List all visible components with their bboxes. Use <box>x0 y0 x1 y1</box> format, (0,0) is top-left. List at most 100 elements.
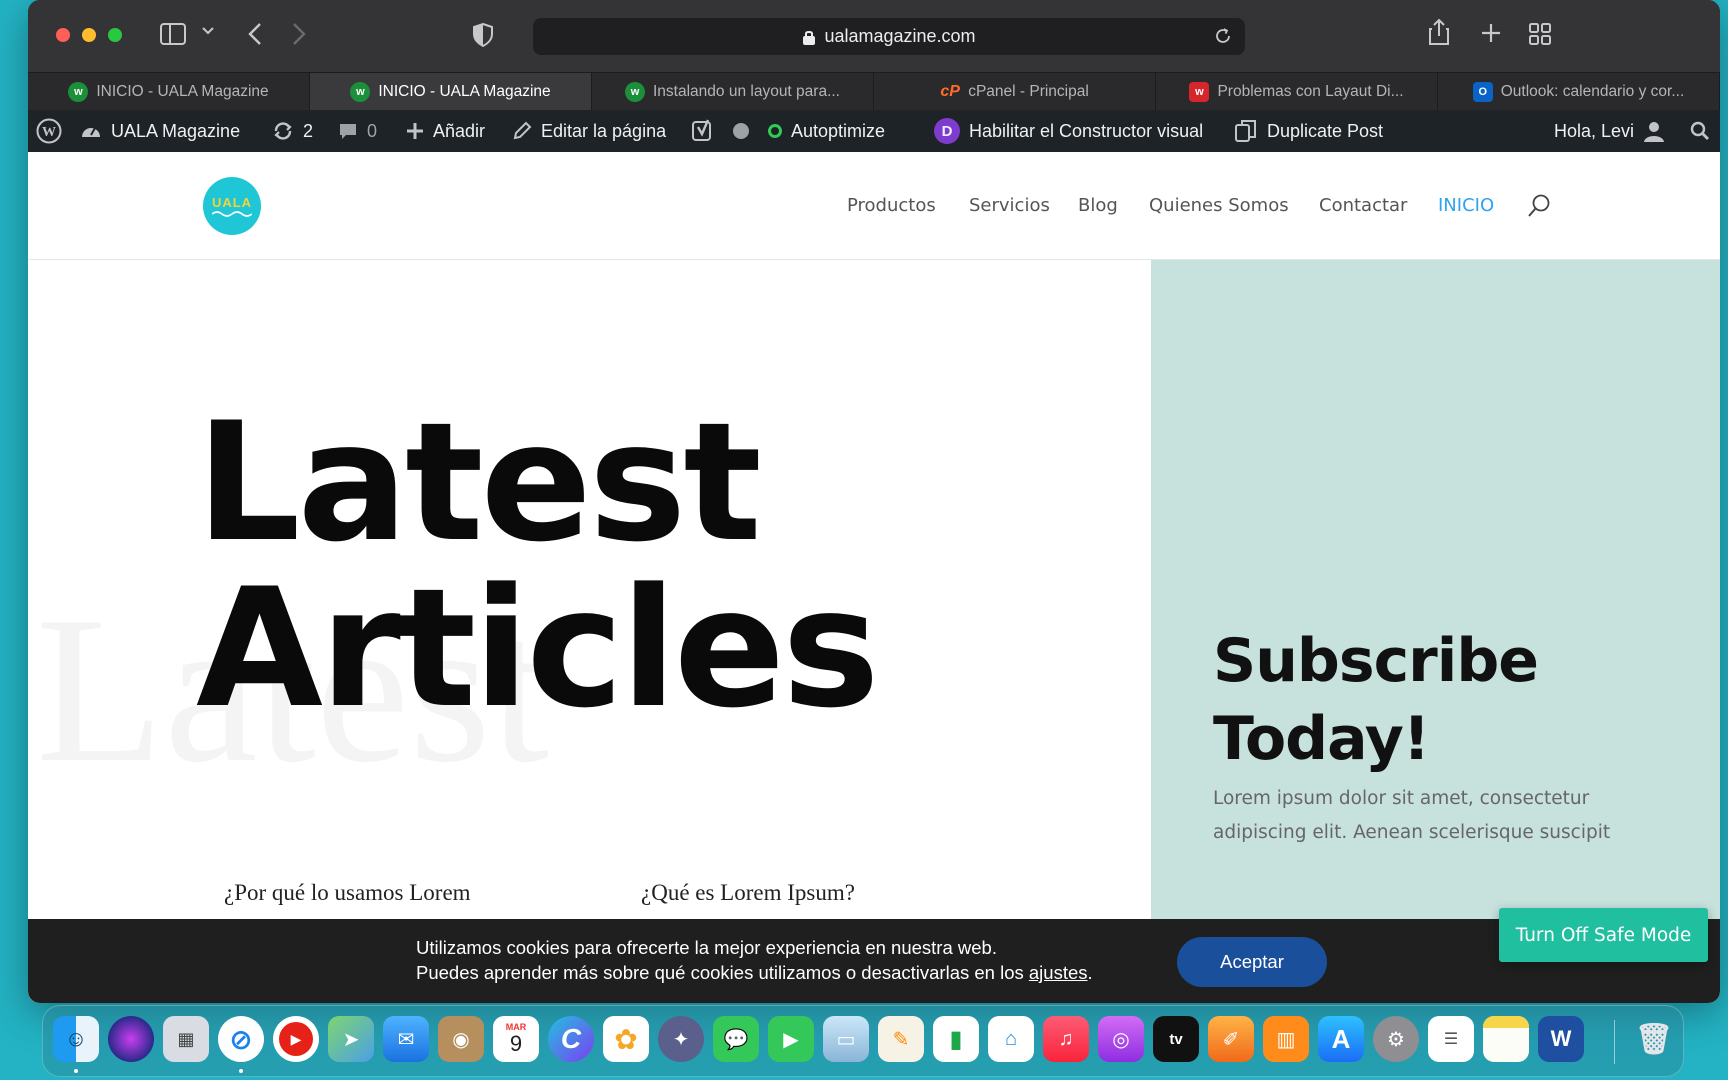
finder-icon[interactable]: ☺ <box>53 1016 99 1062</box>
music-icon[interactable]: ♫ <box>1043 1016 1089 1062</box>
mail-icon[interactable]: ✉ <box>383 1016 429 1062</box>
safari-icon[interactable]: ⊘ <box>218 1016 264 1062</box>
back-arrow-icon[interactable] <box>248 22 262 46</box>
books-icon[interactable]: ▥ <box>1263 1016 1309 1062</box>
nav-servicios[interactable]: Servicios <box>969 195 1050 216</box>
wp-add-new-button[interactable]: Añadir <box>406 110 485 152</box>
wp-comments-button[interactable]: 0 <box>338 110 377 152</box>
messages-icon[interactable]: 💬 <box>713 1016 759 1062</box>
wp-search-button[interactable] <box>1690 110 1710 152</box>
calendar-day: 9 <box>509 1031 523 1056</box>
wp-duplicate-post-button[interactable]: Duplicate Post <box>1234 110 1383 152</box>
tab-bar: w INICIO - UALA Magazine w INICIO - UALA… <box>28 72 1720 110</box>
new-tab-plus-icon[interactable] <box>1480 22 1502 44</box>
maps-icon[interactable]: ➤ <box>328 1016 374 1062</box>
subscribe-section: Subscribe Today! Lorem ipsum dolor sit a… <box>1151 260 1720 1003</box>
plus-icon <box>407 123 423 139</box>
wp-site-name-button[interactable]: UALA Magazine <box>80 110 240 152</box>
tab-cpanel[interactable]: cP cPanel - Principal <box>874 73 1156 110</box>
launchpad-icon[interactable]: ▦ <box>163 1016 209 1062</box>
svg-text:W: W <box>42 125 56 140</box>
pencil-icon <box>513 121 532 140</box>
sidebar-toggle-icon[interactable] <box>160 23 186 45</box>
nav-contactar[interactable]: Contactar <box>1319 195 1407 216</box>
contacts-icon[interactable]: ◉ <box>438 1016 484 1062</box>
tab-inicio-1[interactable]: w INICIO - UALA Magazine <box>28 73 310 110</box>
calendar-icon[interactable]: MAR 9 <box>493 1016 539 1062</box>
photos-icon[interactable]: ✿ <box>603 1016 649 1062</box>
share-icon[interactable] <box>1428 18 1450 46</box>
tab-title: INICIO - UALA Magazine <box>96 82 269 100</box>
user-avatar-icon <box>1644 122 1665 142</box>
post-title-1[interactable]: ¿Por qué lo usamos Lorem <box>224 880 471 906</box>
turn-off-safe-mode-button[interactable]: Turn Off Safe Mode <box>1499 908 1708 962</box>
site-search-icon[interactable] <box>1526 193 1552 219</box>
canva-icon[interactable]: C <box>548 1016 594 1062</box>
uala-favicon-icon: w <box>68 81 89 102</box>
keynote-icon[interactable]: ⌂ <box>988 1016 1034 1062</box>
tab-title: Instalando un layout para... <box>653 82 840 100</box>
duplicate-icon <box>1235 120 1256 142</box>
wp-updates-button[interactable]: 2 <box>272 110 313 152</box>
chevron-down-icon[interactable] <box>202 26 214 36</box>
tab-title: INICIO - UALA Magazine <box>378 82 551 100</box>
siri-icon[interactable] <box>108 1016 154 1062</box>
safari-running-dot <box>239 1069 243 1073</box>
facetime-icon[interactable]: ▶ <box>768 1016 814 1062</box>
instruments-icon[interactable]: ✦ <box>658 1016 704 1062</box>
nav-productos[interactable]: Productos <box>847 195 936 216</box>
search-icon <box>1690 121 1709 140</box>
forward-arrow-icon[interactable] <box>292 22 306 46</box>
cookie-settings-link[interactable]: ajustes <box>1029 962 1088 983</box>
duplicate-post-label: Duplicate Post <box>1267 120 1384 141</box>
system-preferences-icon[interactable]: ⚙ <box>1373 1016 1419 1062</box>
wp-account-button[interactable]: Hola, Levi <box>1554 110 1665 152</box>
hero-title-line2: Articles <box>196 553 880 744</box>
autoptimize-status-icon <box>768 124 782 138</box>
close-window-button[interactable] <box>56 28 70 42</box>
cookie-message: Utilizamos cookies para ofrecerte la mej… <box>416 935 1093 985</box>
app-store-icon[interactable]: A <box>1318 1016 1364 1062</box>
post-title-2[interactable]: ¿Qué es Lorem Ipsum? <box>641 880 855 906</box>
reload-icon[interactable] <box>1213 26 1233 46</box>
cookie-line2-text: Puedes aprender más sobre qué cookies ut… <box>416 962 1029 983</box>
pages-icon[interactable]: ✐ <box>1208 1016 1254 1062</box>
minimize-window-button[interactable] <box>82 28 96 42</box>
tab-outlook[interactable]: O Outlook: calendario y cor... <box>1438 73 1720 110</box>
wp-autoptimize-button[interactable]: Autoptimize <box>768 110 885 152</box>
tab-title: Problemas con Layaut Di... <box>1217 82 1404 100</box>
trash-icon[interactable]: 🗑 <box>1631 1016 1677 1062</box>
notes-icon[interactable] <box>1483 1016 1529 1062</box>
nav-quienes-somos[interactable]: Quienes Somos <box>1149 195 1289 216</box>
nav-inicio[interactable]: INICIO <box>1438 195 1494 216</box>
youtube-icon[interactable]: ▶ <box>273 1016 319 1062</box>
wordpress-logo-button[interactable]: W <box>36 110 62 152</box>
apple-tv-icon[interactable]: tv <box>1153 1016 1199 1062</box>
wp-admin-bar: W UALA Magazine 2 0 Añadir Editar la pág… <box>28 110 1720 152</box>
nav-blog[interactable]: Blog <box>1078 195 1118 216</box>
red-w-favicon-icon: w <box>1189 81 1210 102</box>
textedit-icon[interactable]: ✎ <box>878 1016 924 1062</box>
reminders-icon[interactable]: ☰ <box>1428 1016 1474 1062</box>
preview-icon[interactable]: ▭ <box>823 1016 869 1062</box>
browser-window: ualamagazine.com w INICIO - UALA Magazin… <box>28 0 1720 1003</box>
microsoft-word-icon[interactable]: W <box>1538 1016 1584 1062</box>
accept-cookies-button[interactable]: Aceptar <box>1177 937 1327 987</box>
tab-overview-icon[interactable] <box>1528 22 1552 46</box>
tab-problemas-layout[interactable]: w Problemas con Layaut Di... <box>1156 73 1438 110</box>
comments-count: 0 <box>367 120 378 141</box>
address-bar[interactable]: ualamagazine.com <box>533 18 1245 55</box>
privacy-shield-icon[interactable] <box>472 22 494 48</box>
numbers-icon[interactable]: ▮ <box>933 1016 979 1062</box>
macos-dock: ☺ ▦ ⊘ ▶ ➤ ✉ ◉ MAR 9 C ✿ ✦ 💬 ▶ ▭ ✎ ▮ ⌂ ♫ … <box>42 1005 1684 1077</box>
updates-refresh-icon <box>274 122 292 140</box>
greeting-label: Hola, Levi <box>1554 120 1635 141</box>
tab-inicio-2-active[interactable]: w INICIO - UALA Magazine <box>310 73 592 110</box>
tab-instalando-layout[interactable]: w Instalando un layout para... <box>592 73 874 110</box>
wp-divi-builder-button[interactable]: D Habilitar el Constructor visual <box>934 110 1203 152</box>
latest-articles-section: Latest Latest Articles ¿Por qué lo usamo… <box>28 260 1151 1003</box>
zoom-window-button[interactable] <box>108 28 122 42</box>
wp-edit-page-button[interactable]: Editar la página <box>512 110 666 152</box>
podcasts-icon[interactable]: ◎ <box>1098 1016 1144 1062</box>
wp-yoast-button[interactable] <box>692 110 749 152</box>
